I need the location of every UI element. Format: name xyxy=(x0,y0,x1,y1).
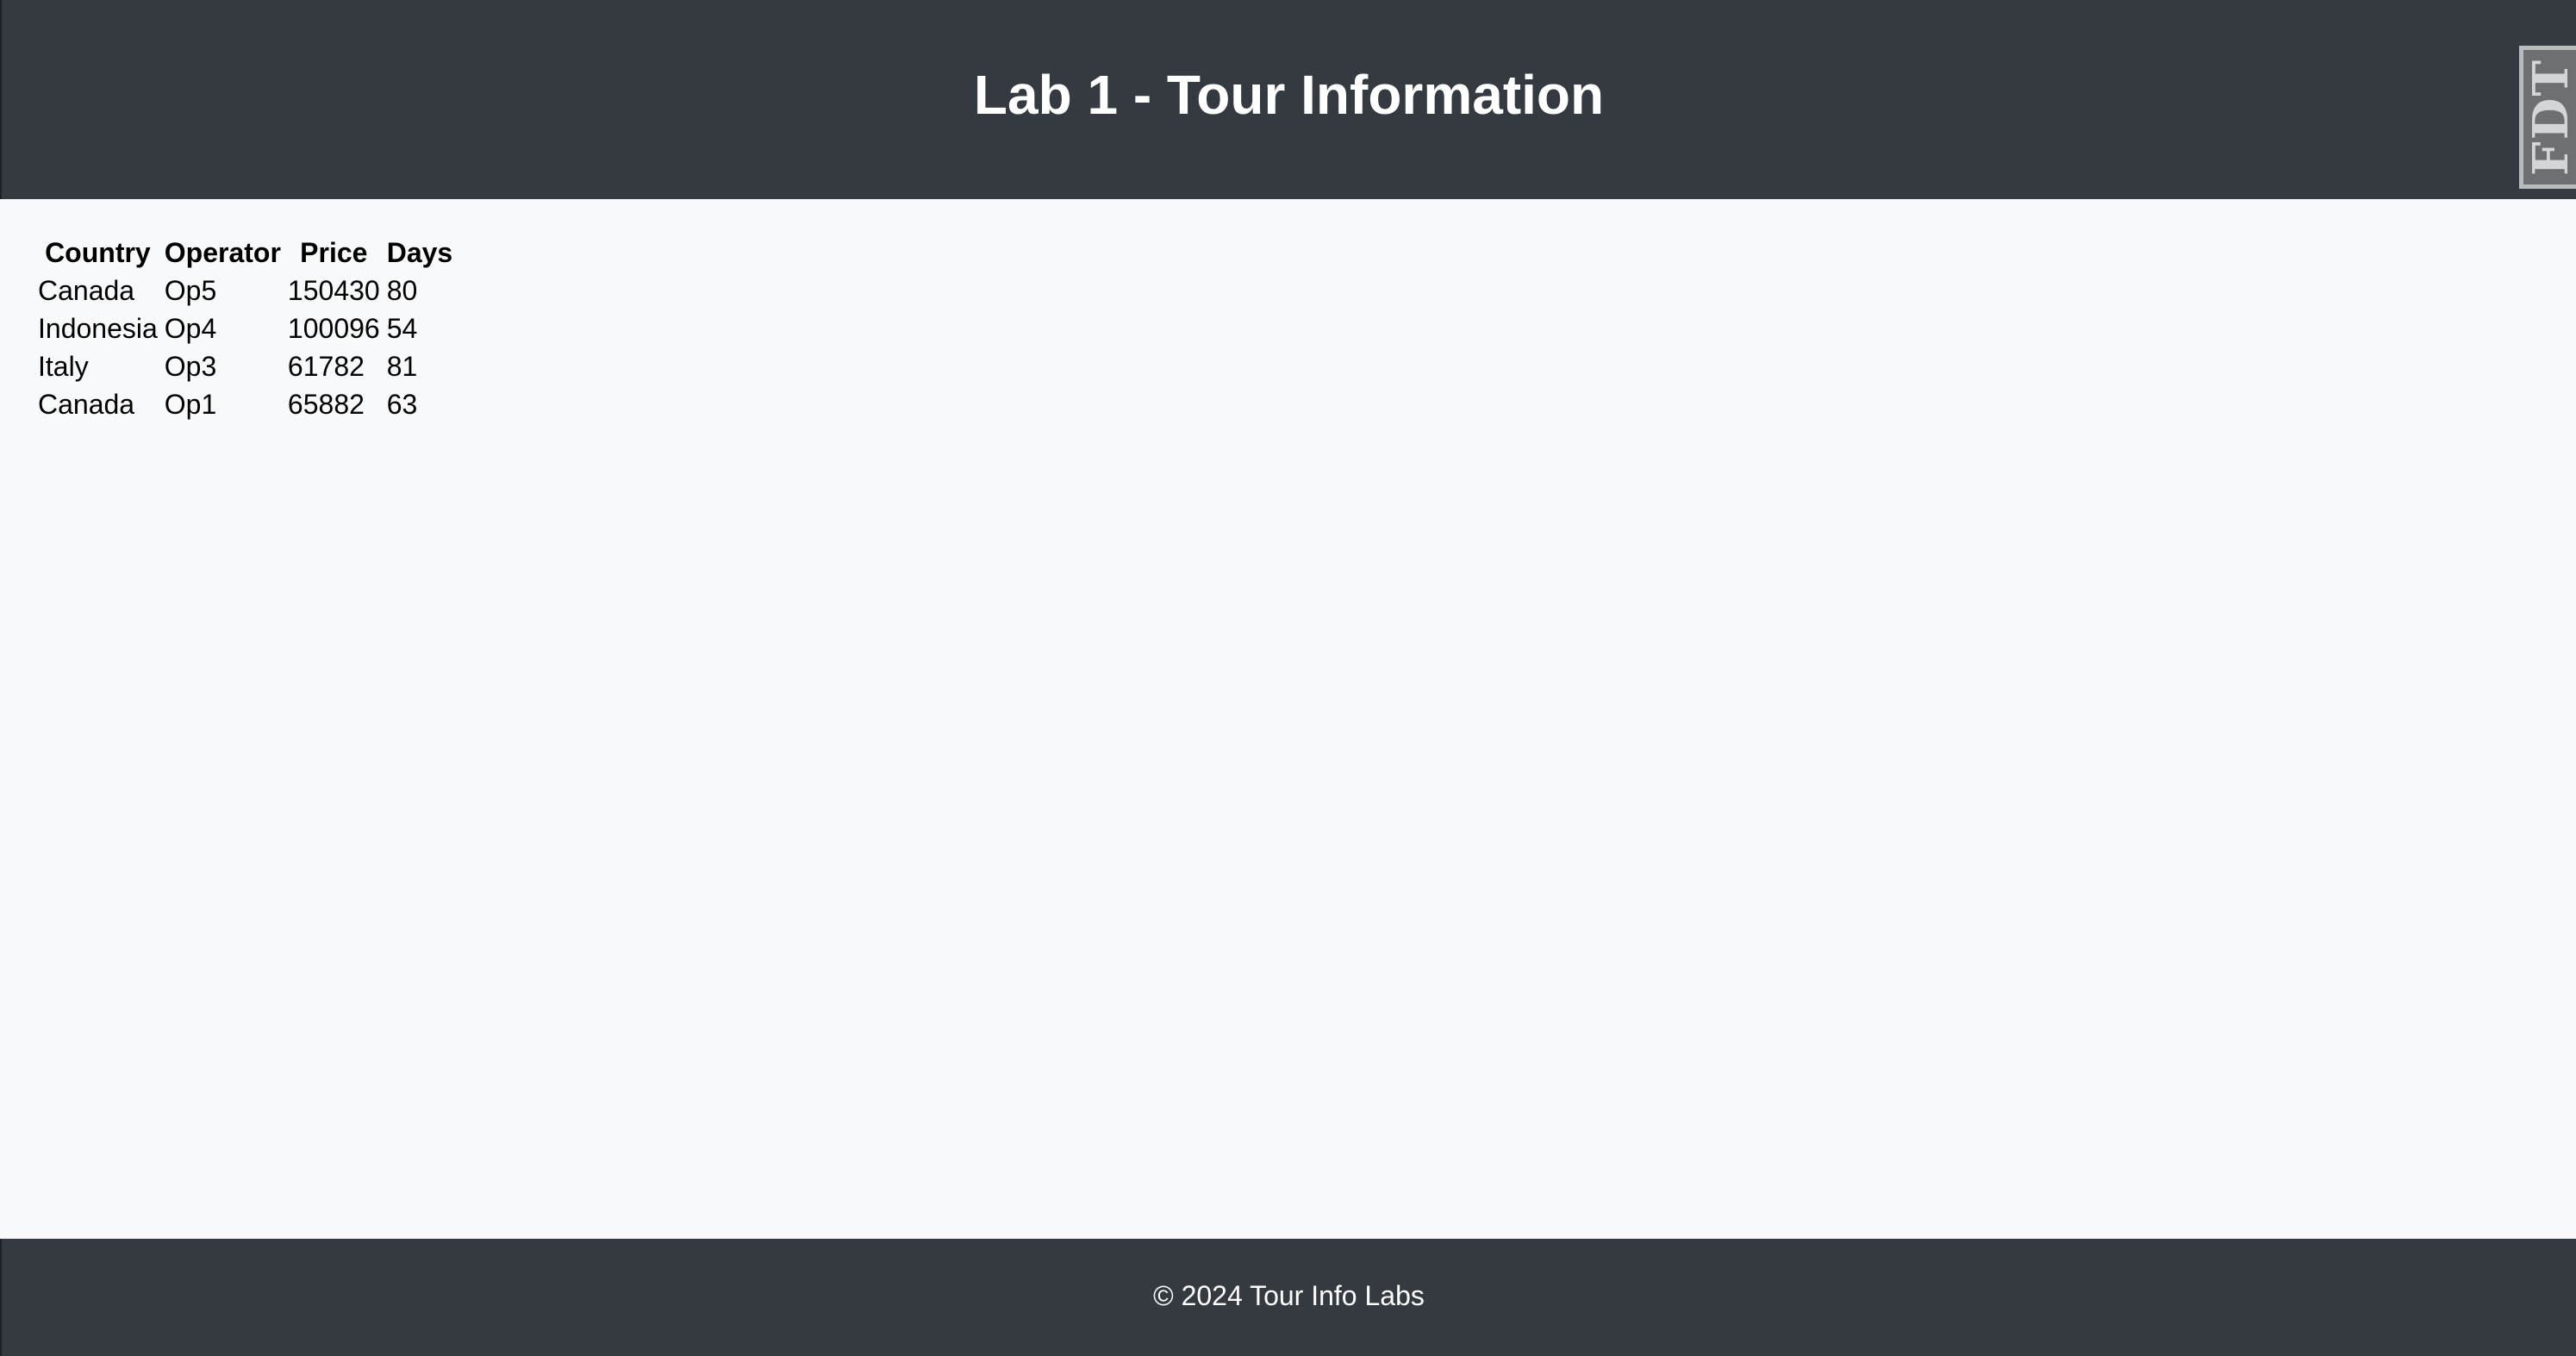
table-header-row: Country Operator Price Days xyxy=(34,234,456,272)
site-header: Lab 1 - Tour Information FDT xyxy=(0,0,2576,199)
site-footer: © 2024 Tour Info Labs xyxy=(0,1239,2576,1356)
cell-country: Canada xyxy=(38,389,135,420)
column-header-country: Country xyxy=(45,237,151,268)
cell-price: 100096 xyxy=(287,313,380,344)
cell-days: 54 xyxy=(386,313,418,344)
page: Lab 1 - Tour Information FDT Country Ope… xyxy=(0,0,2576,1356)
cell-days: 81 xyxy=(386,351,418,382)
table-row: Indonesia Op4 100096 54 xyxy=(34,309,456,347)
cell-operator: Op1 xyxy=(164,389,217,420)
column-header-operator: Operator xyxy=(164,237,281,268)
cell-operator: Op4 xyxy=(164,313,217,344)
cell-country: Indonesia xyxy=(38,313,158,344)
cell-price: 61782 xyxy=(287,351,365,382)
table-row: Italy Op3 61782 81 xyxy=(34,347,456,385)
cell-operator: Op5 xyxy=(164,275,217,306)
table-row: Canada Op1 65882 63 xyxy=(34,385,456,423)
column-header-days: Days xyxy=(386,237,453,268)
table-row: Canada Op5 150430 80 xyxy=(34,272,456,309)
cell-days: 80 xyxy=(386,275,418,306)
fdt-extension-badge[interactable]: FDT xyxy=(2519,46,2576,189)
column-header-price: Price xyxy=(300,237,368,268)
cell-days: 63 xyxy=(386,389,418,420)
cell-price: 150430 xyxy=(287,275,380,306)
tour-table: Country Operator Price Days Canada Op5 1… xyxy=(34,234,456,423)
main-content: Country Operator Price Days Canada Op5 1… xyxy=(0,199,2576,1239)
fdt-badge-label: FDT xyxy=(2522,59,2576,176)
cell-country: Italy xyxy=(38,351,89,382)
cell-operator: Op3 xyxy=(164,351,217,382)
cell-price: 65882 xyxy=(287,389,365,420)
page-title: Lab 1 - Tour Information xyxy=(973,64,1605,126)
cell-country: Canada xyxy=(38,275,135,306)
footer-copyright: © 2024 Tour Info Labs xyxy=(1153,1280,1425,1311)
